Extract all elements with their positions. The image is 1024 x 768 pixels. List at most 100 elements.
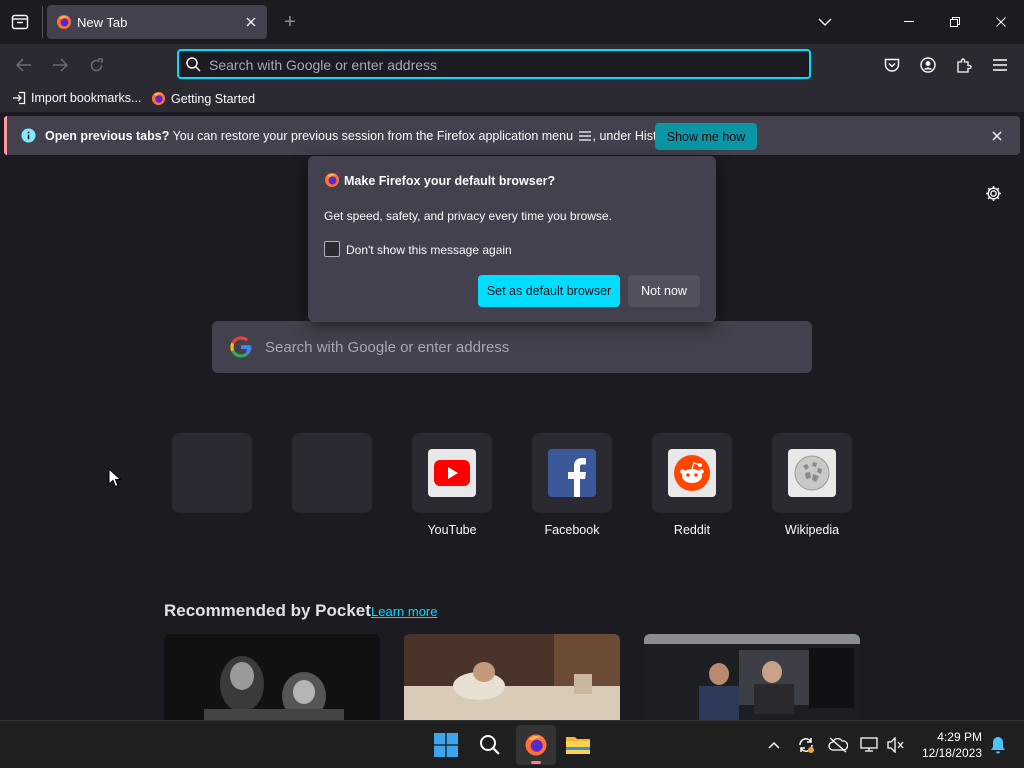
navigation-toolbar (0, 44, 1024, 86)
onedrive-tray-icon[interactable] (822, 729, 854, 761)
story-thumbnail (644, 634, 860, 720)
notification-close-button[interactable] (988, 127, 1006, 145)
windows-taskbar: 4:29 PM 12/18/2023 (0, 720, 1024, 768)
default-browser-dialog: Make Firefox your default browser? Get s… (308, 156, 716, 322)
close-icon (996, 17, 1006, 27)
close-icon (992, 131, 1002, 141)
firefox-logo-icon (324, 172, 340, 188)
top-site-tile (532, 433, 612, 513)
notification-body-text: You can restore your previous session fr… (169, 129, 574, 143)
pocket-button[interactable] (880, 54, 904, 76)
top-site-label: Facebook (544, 523, 600, 537)
close-icon (246, 17, 256, 27)
start-button[interactable] (430, 729, 462, 761)
reload-button[interactable] (84, 54, 108, 76)
restore-button[interactable] (944, 12, 966, 32)
firefox-view-icon (11, 14, 29, 30)
list-all-tabs-button[interactable] (814, 12, 836, 32)
url-bar[interactable] (177, 49, 811, 79)
firefox-logo-icon (151, 91, 166, 106)
firefox-logo-icon (525, 734, 547, 756)
new-tab-button[interactable]: + (280, 11, 300, 33)
bookmark-label: Getting Started (171, 91, 256, 106)
show-me-how-button[interactable]: Show me how (655, 123, 757, 150)
tab-title: New Tab (77, 15, 128, 30)
pocket-story-card[interactable] (644, 634, 860, 720)
set-default-browser-button[interactable]: Set as default browser (478, 275, 620, 307)
clock-time[interactable]: 4:29 PM (926, 730, 982, 744)
taskbar-search-button[interactable] (474, 729, 506, 761)
puzzle-icon (957, 58, 972, 73)
mouse-cursor-icon (108, 468, 121, 488)
taskbar-file-explorer[interactable] (562, 729, 594, 761)
top-site-empty[interactable] (292, 433, 372, 523)
notifications-button[interactable] (982, 729, 1014, 761)
back-button[interactable] (12, 54, 36, 76)
url-input[interactable] (209, 56, 799, 74)
taskbar-firefox[interactable] (516, 725, 556, 765)
chevron-up-icon (768, 741, 780, 749)
top-site-label: YouTube (427, 523, 477, 537)
minimize-button[interactable] (898, 12, 920, 32)
top-site-label: Wikipedia (784, 523, 840, 537)
cloud-offline-icon (828, 737, 848, 753)
top-site-tile (772, 433, 852, 513)
top-site-reddit[interactable]: Reddit (652, 433, 732, 537)
bookmark-getting-started[interactable]: Getting Started (151, 91, 255, 106)
firefox-view-button[interactable] (8, 11, 32, 33)
dialog-title: Make Firefox your default browser? (344, 174, 556, 188)
bookmarks-toolbar: Import bookmarks... Getting Started (0, 86, 1024, 112)
search-icon (480, 735, 500, 755)
show-hidden-icons-button[interactable] (758, 729, 790, 761)
forward-arrow-icon (53, 58, 68, 72)
notification-message: Open previous tabs? You can restore your… (45, 129, 676, 143)
active-app-indicator (531, 761, 541, 764)
pocket-story-card[interactable] (164, 634, 380, 720)
close-tab-button[interactable] (243, 14, 259, 30)
personalize-button[interactable] (982, 182, 1004, 204)
sync-icon (799, 738, 814, 753)
close-window-button[interactable] (990, 12, 1012, 32)
bookmark-label: Import bookmarks... (31, 91, 142, 105)
reddit-icon (668, 449, 716, 497)
content-search-placeholder: Search with Google or enter address (265, 339, 510, 356)
extensions-button[interactable] (952, 54, 976, 76)
windows-logo-icon (434, 733, 458, 757)
dont-show-again-checkbox[interactable] (324, 241, 340, 257)
pocket-story-card[interactable] (404, 634, 620, 720)
top-site-youtube[interactable]: YouTube (412, 433, 492, 537)
volume-tray-icon[interactable] (880, 729, 912, 761)
pocket-icon (884, 58, 900, 72)
youtube-icon (428, 449, 476, 497)
clock-date[interactable]: 12/18/2023 (914, 746, 982, 760)
info-icon (21, 128, 36, 143)
tab-new-tab[interactable]: New Tab (47, 5, 267, 39)
forward-button[interactable] (48, 54, 72, 76)
account-button[interactable] (916, 54, 940, 76)
pocket-section-title: Recommended by Pocket (164, 601, 371, 620)
sync-tray-icon[interactable] (790, 729, 822, 761)
top-site-tile (172, 433, 252, 513)
pocket-learn-more-link[interactable]: Learn more (371, 604, 437, 619)
restore-icon (950, 17, 960, 27)
facebook-icon (548, 449, 596, 497)
top-site-facebook[interactable]: Facebook (532, 433, 612, 537)
top-site-empty[interactable] (172, 433, 252, 523)
chevron-down-icon (818, 18, 832, 26)
gear-icon (985, 185, 1001, 201)
restore-session-notification: Open previous tabs? You can restore your… (4, 116, 1020, 155)
top-site-label: Reddit (673, 523, 711, 537)
folder-icon (566, 737, 590, 754)
notification-bold-text: Open previous tabs? (45, 129, 170, 143)
tab-strip: New Tab + (0, 0, 1024, 44)
reload-icon (90, 57, 103, 71)
top-site-wikipedia[interactable]: Wikipedia (772, 433, 852, 537)
not-now-button[interactable]: Not now (628, 275, 700, 307)
bell-icon (991, 737, 1005, 754)
top-site-tile (652, 433, 732, 513)
speaker-muted-icon (887, 737, 904, 753)
app-menu-button[interactable] (988, 54, 1012, 76)
bookmark-import[interactable]: Import bookmarks... (12, 91, 141, 105)
content-search-box[interactable]: Search with Google or enter address (212, 321, 812, 373)
dont-show-again-label[interactable]: Don't show this message again (346, 243, 512, 257)
